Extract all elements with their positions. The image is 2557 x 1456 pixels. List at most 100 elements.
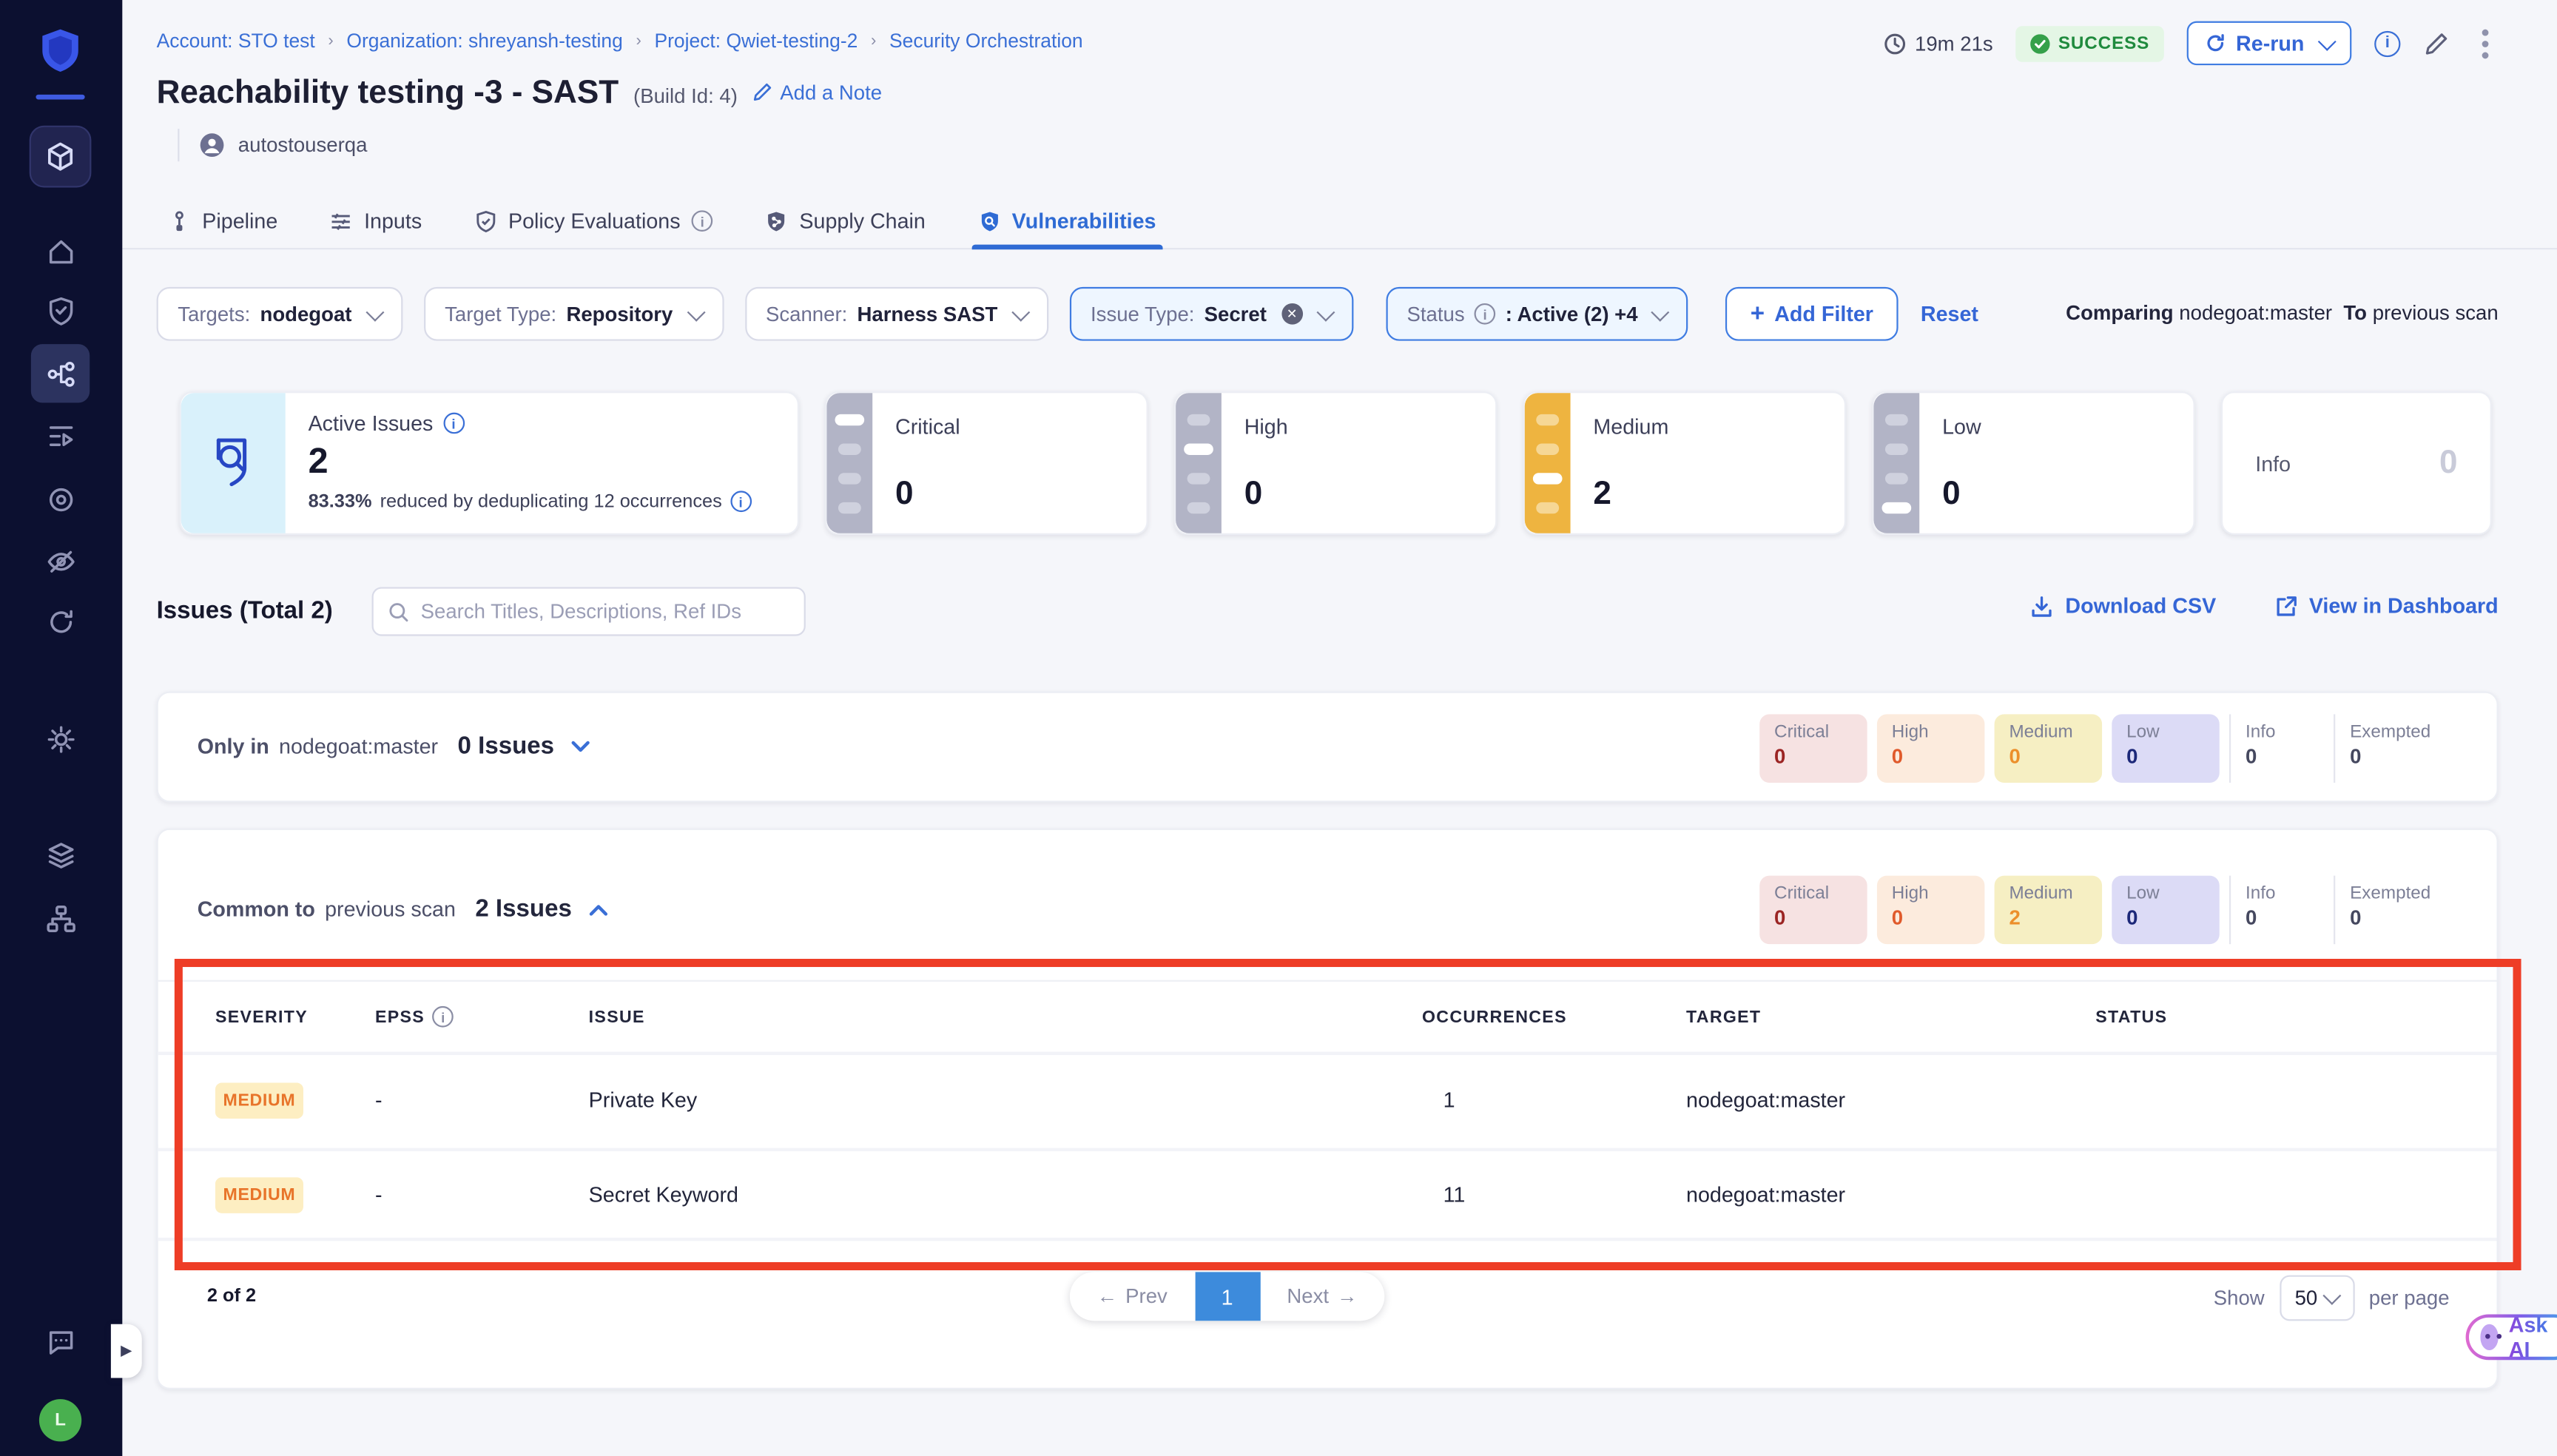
- filter-scanner[interactable]: Scanner:Harness SAST: [744, 287, 1048, 341]
- chip-critical: Critical0: [1759, 714, 1867, 783]
- chevron-down-icon: [1651, 303, 1670, 321]
- arrow-left-icon: ←: [1097, 1285, 1118, 1308]
- chevron-down-icon[interactable]: [570, 740, 590, 753]
- chevron-down-icon: [687, 303, 705, 321]
- breadcrumb: Account: STO test › Organization: shreya…: [157, 30, 1083, 53]
- build-id: (Build Id: 4): [633, 85, 738, 108]
- info-icon[interactable]: i: [433, 1006, 454, 1028]
- chip-low: Low0: [2112, 714, 2219, 783]
- tab-supply-chain[interactable]: Supply Chain: [765, 193, 926, 249]
- ask-ai-button[interactable]: Ask AI: [2466, 1315, 2557, 1361]
- group-only-in-toggle[interactable]: Only in nodegoat:master 0 Issues: [198, 732, 590, 760]
- harness-logo[interactable]: [31, 21, 90, 80]
- breadcrumb-organization[interactable]: Organization: shreyansh-testing: [346, 30, 622, 53]
- pipelines-icon[interactable]: [31, 344, 90, 402]
- filter-issue-type[interactable]: Issue Type:Secret ✕: [1069, 287, 1352, 341]
- info-card[interactable]: Info 0: [2221, 391, 2492, 535]
- target-value: nodegoat:master: [1686, 1088, 2095, 1112]
- shield-nodes-icon: [765, 209, 788, 232]
- home-icon[interactable]: [31, 222, 90, 280]
- breadcrumb-module[interactable]: Security Orchestration: [889, 30, 1083, 53]
- chevron-up-icon[interactable]: [588, 903, 607, 916]
- severity-bars-icon: [826, 393, 872, 533]
- reset-filters-link[interactable]: Reset: [1921, 302, 1978, 326]
- sidebar-expand-handle[interactable]: ▶: [111, 1324, 142, 1378]
- more-options-kebab-icon[interactable]: [2472, 25, 2498, 61]
- info-icon[interactable]: i: [2374, 30, 2400, 56]
- breadcrumb-project[interactable]: Project: Qwiet-testing-2: [654, 30, 858, 53]
- group-only-in-target: Only in nodegoat:master 0 Issues Critica…: [157, 692, 2499, 803]
- info-icon[interactable]: i: [730, 491, 752, 512]
- severity-bars-icon: [1874, 393, 1920, 533]
- chevron-down-icon: [365, 303, 384, 321]
- prev-page-button[interactable]: ←Prev: [1070, 1285, 1195, 1308]
- pagination-count: 2 of 2: [207, 1287, 256, 1306]
- arrow-right-icon: →: [1337, 1285, 1358, 1308]
- chevron-right-icon: ›: [636, 32, 641, 50]
- tab-vulnerabilities[interactable]: Vulnerabilities: [977, 193, 1156, 249]
- reload-icon: [2205, 33, 2226, 54]
- medium-card[interactable]: Medium 2: [1523, 391, 1846, 535]
- user-avatar[interactable]: L: [39, 1399, 81, 1441]
- low-card[interactable]: Low 0: [1872, 391, 2194, 535]
- hierarchy-icon[interactable]: [31, 889, 90, 947]
- severity-badge: MEDIUM: [215, 1082, 303, 1117]
- low-count: 0: [1942, 476, 1961, 514]
- chip-high: High0: [1877, 876, 1984, 945]
- inputs-icon: [330, 209, 353, 232]
- edit-pencil-icon[interactable]: [2423, 30, 2449, 56]
- eye-off-icon[interactable]: [31, 532, 90, 590]
- chat-icon[interactable]: [31, 1312, 90, 1371]
- breadcrumb-account[interactable]: Account: STO test: [157, 30, 315, 53]
- module-cube-icon[interactable]: [30, 126, 92, 188]
- issues-title: Issues (Total 2): [157, 597, 333, 624]
- group-common-toggle[interactable]: Common to previous scan 2 Issues: [198, 895, 608, 923]
- high-card[interactable]: High 0: [1174, 391, 1497, 535]
- chip-low: Low0: [2112, 876, 2219, 945]
- filter-target-type[interactable]: Target Type:Repository: [423, 287, 723, 341]
- info-icon[interactable]: i: [692, 210, 713, 232]
- severity-chips: Critical0 High0 Medium0 Low0 Info0 Exemp…: [1750, 714, 2464, 783]
- layers-icon[interactable]: [31, 825, 90, 883]
- search-input[interactable]: [421, 600, 789, 623]
- add-filter-button[interactable]: + Add Filter: [1726, 287, 1898, 341]
- table-row[interactable]: MEDIUM - Secret Keyword 11 nodegoat:mast…: [158, 1148, 2497, 1241]
- table-row[interactable]: MEDIUM - Private Key 1 nodegoat:master: [158, 1052, 2497, 1145]
- chevron-down-icon: [2323, 1287, 2342, 1305]
- download-icon: [2031, 594, 2054, 617]
- next-page-button[interactable]: Next→: [1260, 1285, 1385, 1308]
- clear-filter-icon[interactable]: ✕: [1281, 303, 1303, 325]
- active-issues-card[interactable]: Active Issuesi 2 83.33%reduced by dedupl…: [179, 391, 799, 535]
- filter-targets[interactable]: Targets:nodegoat: [157, 287, 402, 341]
- logo-active-indicator: [36, 95, 84, 100]
- filter-status[interactable]: Status i : Active (2) +4: [1386, 287, 1688, 341]
- shield-check-icon[interactable]: [31, 280, 90, 339]
- tab-pipeline[interactable]: Pipeline: [168, 193, 277, 249]
- target-icon[interactable]: [31, 470, 90, 528]
- view-in-dashboard-link[interactable]: View in Dashboard: [2275, 593, 2499, 618]
- info-icon[interactable]: i: [443, 413, 465, 434]
- rerun-button[interactable]: Re-run: [2187, 21, 2351, 66]
- title-row: Reachability testing -3 - SAST (Build Id…: [157, 75, 883, 112]
- severity-bars-icon: [1525, 393, 1571, 533]
- page-size-select[interactable]: 50: [2280, 1275, 2354, 1321]
- executions-icon[interactable]: [31, 406, 90, 465]
- issue-name: Private Key: [589, 1088, 1422, 1112]
- add-note-link[interactable]: Add a Note: [752, 81, 882, 104]
- critical-card[interactable]: Critical 0: [825, 391, 1148, 535]
- user-icon: [199, 132, 225, 158]
- chip-exempted: Exempted0: [2334, 714, 2464, 783]
- severity-bars-icon: [1176, 393, 1222, 533]
- ai-robot-icon: [2480, 1324, 2499, 1350]
- page-1-button[interactable]: 1: [1195, 1272, 1260, 1321]
- refresh-icon[interactable]: [31, 592, 90, 650]
- download-csv-link[interactable]: Download CSV: [2031, 593, 2216, 618]
- settings-gear-icon[interactable]: [31, 710, 90, 768]
- tab-inputs[interactable]: Inputs: [330, 193, 422, 249]
- plus-icon: +: [1751, 300, 1765, 328]
- occurrences-value: 11: [1422, 1182, 1686, 1207]
- tab-policy-evaluations[interactable]: Policy Evaluations i: [474, 193, 713, 249]
- main-content: Account: STO test › Organization: shreya…: [122, 0, 2557, 1456]
- page-title: Reachability testing -3 - SAST: [157, 75, 619, 112]
- high-count: 0: [1244, 476, 1263, 514]
